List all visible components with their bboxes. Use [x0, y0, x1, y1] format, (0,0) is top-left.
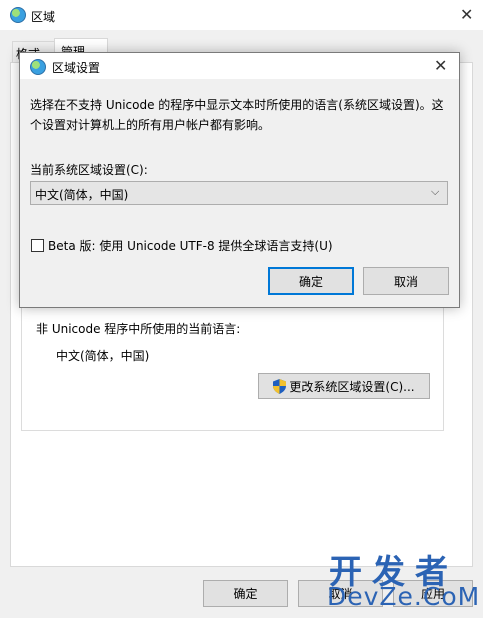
dialog-description-line2: 个设置对计算机上的所有用户帐户都有影响。 — [30, 118, 271, 132]
watermark-domain: DevZe.CoM — [327, 582, 481, 611]
dialog-description: 选择在不支持 Unicode 的程序中显示文本时所使用的语言(系统区域设置)。这… — [30, 95, 450, 135]
non-unicode-value: 中文(简体，中国) — [56, 349, 150, 363]
dialog-description-line1: 选择在不支持 Unicode 的程序中显示文本时所使用的语言(系统区域设置)。这 — [30, 98, 444, 112]
chevron-down-icon: ⌵ — [431, 185, 440, 198]
beta-utf8-checkbox[interactable] — [31, 239, 44, 252]
dialog-cancel-button[interactable]: 取消 — [363, 267, 449, 295]
dialog-title: 区域设置 — [52, 61, 101, 75]
dialog-cancel-label: 取消 — [393, 274, 418, 289]
region-ok-button[interactable]: 确定 — [203, 580, 288, 607]
dialog-ok-button[interactable]: 确定 — [268, 267, 354, 295]
close-icon[interactable]: ✕ — [434, 56, 447, 75]
change-system-locale-button[interactable]: 更改系统区域设置(C)... — [258, 373, 430, 399]
dialog-ok-label: 确定 — [298, 274, 323, 289]
non-unicode-label: 非 Unicode 程序中所使用的当前语言: — [36, 322, 241, 336]
region-window-titlebar — [0, 0, 483, 30]
current-locale-label: 当前系统区域设置(C): — [30, 163, 148, 177]
system-locale-value: 中文(简体，中国) — [35, 188, 129, 202]
region-window-title: 区域 — [31, 10, 56, 24]
region-ok-label: 确定 — [233, 587, 258, 601]
shield-icon — [273, 378, 287, 394]
beta-utf8-label[interactable]: Beta 版: 使用 Unicode UTF-8 提供全球语言支持(U) — [48, 237, 333, 254]
region-settings-dialog: 区域设置 ✕ 选择在不支持 Unicode 的程序中显示文本时所使用的语言(系统… — [19, 52, 460, 308]
globe-icon — [10, 7, 26, 23]
globe-icon — [30, 59, 46, 75]
change-system-locale-label: 更改系统区域设置(C)... — [289, 379, 415, 394]
system-locale-select[interactable]: 中文(简体，中国) ⌵ — [30, 181, 448, 205]
close-icon[interactable]: ✕ — [460, 5, 473, 24]
